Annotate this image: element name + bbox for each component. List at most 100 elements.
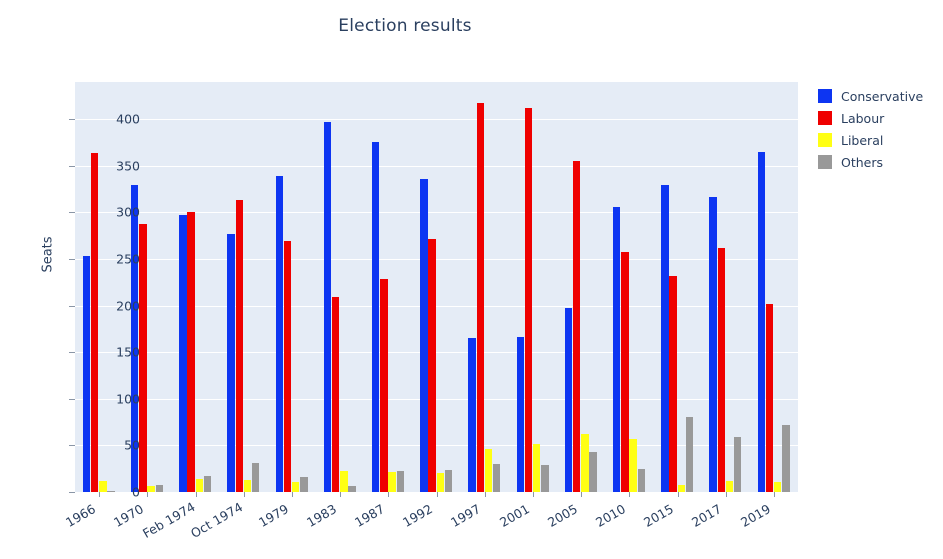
bar-labour-2010[interactable] (621, 251, 629, 492)
bar-liberal-1970[interactable] (147, 486, 155, 492)
bar-labour-2017[interactable] (717, 247, 726, 492)
bar-labour-2019[interactable] (765, 303, 774, 492)
bar-conservative-2017[interactable] (709, 196, 717, 492)
legend-item-labour[interactable]: Labour (818, 108, 943, 128)
y-tick-mark (69, 165, 75, 167)
bar-others-1987[interactable] (396, 470, 405, 492)
y-tick-label: 250 (116, 251, 140, 267)
bar-others-2019[interactable] (782, 424, 790, 492)
x-tick-mark (677, 492, 679, 497)
bar-others-2017[interactable] (733, 437, 742, 492)
bar-conservative-1966[interactable] (82, 256, 91, 492)
bar-conservative-1979[interactable] (275, 176, 284, 492)
bar-liberal-oct-1974[interactable] (243, 479, 252, 492)
bar-labour-1997[interactable] (476, 102, 485, 492)
bar-liberal-2015[interactable] (677, 484, 686, 492)
bar-others-2005[interactable] (589, 451, 597, 492)
bar-others-1992[interactable] (444, 469, 453, 492)
bar-conservative-2015[interactable] (661, 184, 669, 492)
bar-liberal-2010[interactable] (629, 438, 637, 492)
bar-liberal-1987[interactable] (388, 471, 396, 492)
bar-others-2015[interactable] (685, 417, 694, 492)
bar-liberal-2019[interactable] (773, 481, 782, 492)
x-tick-label: 1983 (303, 500, 339, 530)
chart-figure: Election results Seats 0 50 100 150 200 250 30… (0, 0, 943, 559)
bar-others-1983[interactable] (348, 486, 356, 492)
bar-liberal-2001[interactable] (532, 443, 541, 492)
x-tick-label: 1966 (62, 500, 98, 530)
bar-labour-oct-1974[interactable] (235, 200, 244, 492)
bar-conservative-2010[interactable] (612, 206, 621, 492)
bar-labour-1992[interactable] (428, 239, 436, 492)
x-tick-label: 2010 (592, 500, 628, 530)
legend-item-liberal[interactable]: Liberal (818, 130, 943, 150)
bar-others-1997[interactable] (492, 464, 501, 492)
x-tick-mark (436, 492, 438, 497)
legend-swatch-icon (818, 155, 832, 169)
bar-others-feb-1974[interactable] (203, 476, 212, 492)
x-tick-label: 2005 (544, 500, 580, 530)
bar-conservative-1987[interactable] (371, 141, 380, 492)
bar-labour-2005[interactable] (572, 161, 581, 492)
x-tick-label: 2017 (689, 500, 725, 530)
x-tick-label: 1997 (448, 500, 484, 530)
y-tick-mark (69, 398, 75, 400)
bar-conservative-1997[interactable] (468, 338, 476, 492)
bar-conservative-1983[interactable] (323, 122, 332, 492)
x-tick-label: 1970 (110, 500, 146, 530)
bar-liberal-1983[interactable] (340, 470, 348, 492)
y-tick-mark (69, 305, 75, 307)
x-tick-label: Feb 1974 (139, 498, 198, 541)
x-tick-label: 1987 (351, 500, 387, 530)
x-tick-mark (629, 492, 631, 497)
x-tick-label: 2019 (737, 500, 773, 530)
legend-swatch-icon (818, 111, 832, 125)
bar-liberal-2017[interactable] (725, 480, 734, 492)
x-tick-label: Oct 1974 (188, 498, 246, 541)
bar-labour-1983[interactable] (331, 297, 340, 492)
legend-swatch-icon (818, 89, 832, 103)
legend-item-others[interactable]: Others (818, 152, 943, 172)
bar-liberal-1997[interactable] (484, 449, 493, 492)
legend-swatch-icon (818, 133, 832, 147)
bar-labour-feb-1974[interactable] (187, 211, 195, 492)
bar-labour-2001[interactable] (524, 108, 533, 492)
y-tick-label: 150 (116, 344, 140, 360)
bar-liberal-1992[interactable] (436, 473, 445, 492)
bar-conservative-oct-1974[interactable] (227, 233, 235, 492)
x-tick-mark (532, 492, 534, 497)
x-tick-mark (291, 492, 293, 497)
bar-labour-1970[interactable] (139, 223, 147, 492)
x-tick-label: 1992 (400, 500, 436, 530)
legend-item-conservative[interactable]: Conservative (818, 86, 943, 106)
y-tick-label: 400 (116, 111, 140, 127)
x-tick-mark (581, 492, 583, 497)
bar-liberal-feb-1974[interactable] (195, 478, 204, 492)
y-tick-mark (69, 259, 75, 261)
y-tick-mark (69, 119, 75, 121)
bar-others-1970[interactable] (155, 485, 164, 492)
bar-conservative-2001[interactable] (516, 337, 525, 492)
bar-others-2001[interactable] (541, 464, 549, 492)
chart-title: Election results (338, 16, 472, 36)
bar-conservative-2005[interactable] (564, 307, 573, 492)
x-tick-mark (388, 492, 390, 497)
bar-conservative-feb-1974[interactable] (179, 215, 187, 492)
bar-conservative-2019[interactable] (757, 151, 766, 492)
y-tick-label: 300 (116, 204, 140, 220)
bar-labour-2015[interactable] (669, 275, 677, 492)
x-tick-mark (340, 492, 342, 497)
y-tick-mark (69, 492, 75, 493)
bar-others-oct-1974[interactable] (251, 463, 260, 492)
x-tick-mark (773, 492, 775, 497)
bar-labour-1987[interactable] (380, 278, 388, 492)
bar-labour-1979[interactable] (283, 241, 292, 492)
legend-label: Liberal (841, 132, 884, 148)
bar-others-2010[interactable] (637, 468, 646, 492)
y-axis-label: Seats (40, 236, 56, 273)
bar-others-1979[interactable] (300, 477, 308, 492)
bar-conservative-1992[interactable] (420, 178, 428, 492)
bar-liberal-1979[interactable] (291, 481, 300, 492)
x-tick-label: 1979 (255, 500, 291, 530)
bar-liberal-2005[interactable] (581, 434, 589, 492)
